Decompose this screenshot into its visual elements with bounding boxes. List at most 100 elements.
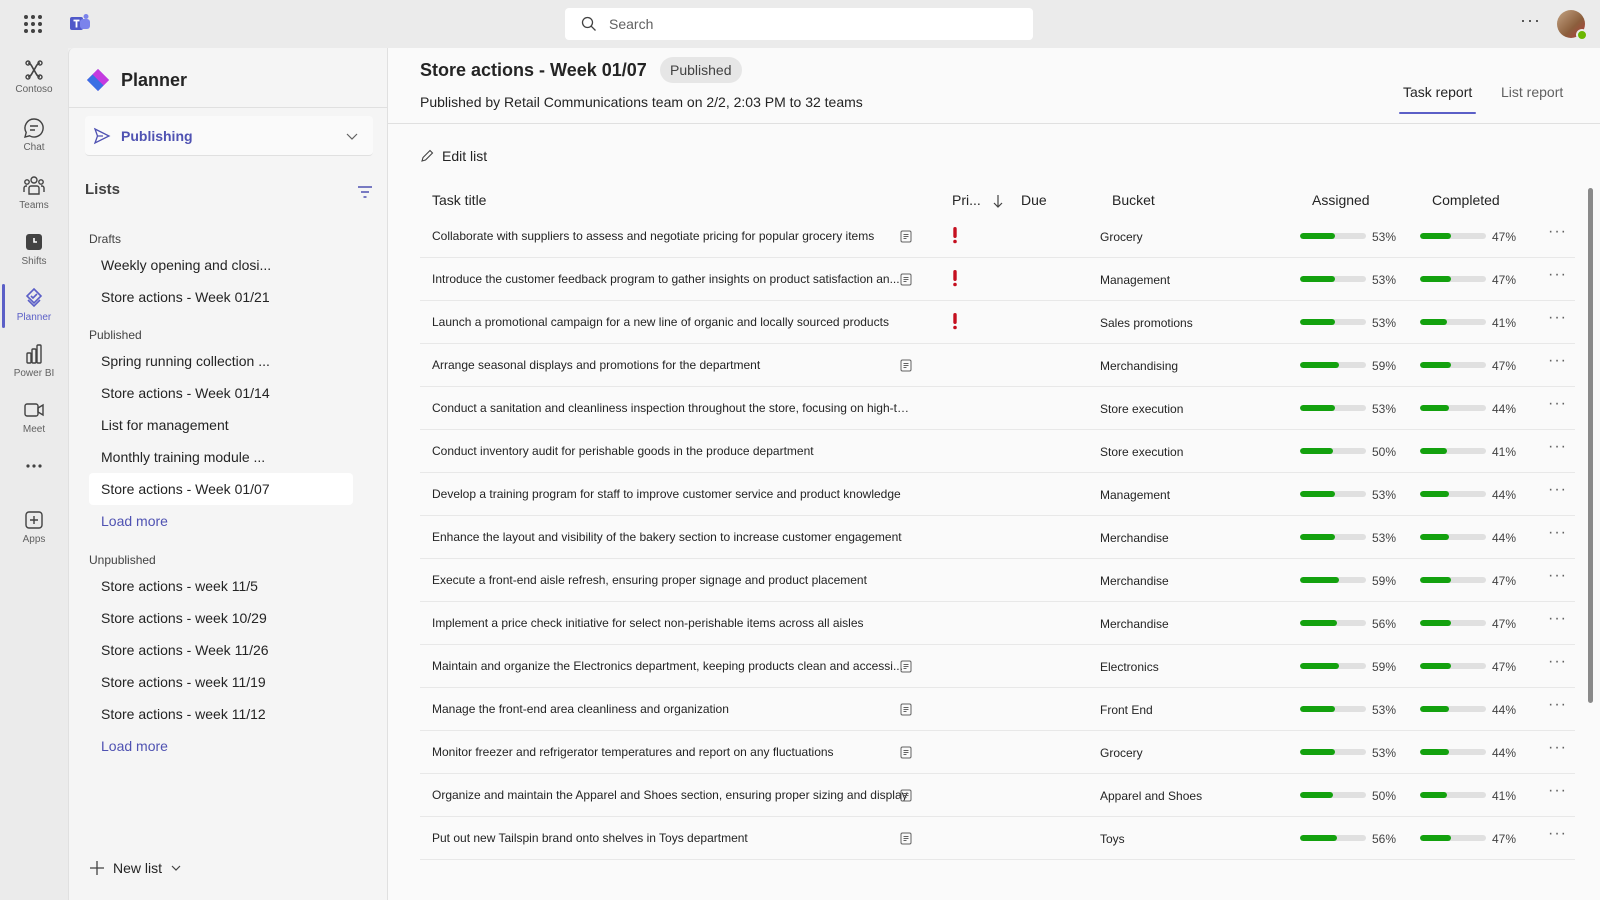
table-row[interactable]: Implement a price check initiative for s…: [420, 602, 1575, 645]
tab-list-report[interactable]: List report: [1501, 84, 1563, 112]
task-title[interactable]: Execute a front-end aisle refresh, ensur…: [432, 573, 910, 587]
row-more-options-icon[interactable]: ···: [1548, 309, 1567, 327]
assigned-percent: 59%: [1372, 574, 1397, 588]
row-more-options-icon[interactable]: ···: [1548, 395, 1567, 413]
rail-label: Shifts: [21, 256, 47, 267]
list-item[interactable]: Store actions - Week 01/21: [89, 281, 353, 313]
list-item[interactable]: List for management: [89, 409, 353, 441]
task-title[interactable]: Enhance the layout and visibility of the…: [432, 530, 910, 544]
task-title[interactable]: Put out new Tailspin brand onto shelves …: [432, 831, 910, 845]
app-launcher-icon[interactable]: [24, 15, 42, 33]
row-more-options-icon[interactable]: ···: [1548, 739, 1567, 757]
bucket-cell: Merchandise: [1100, 617, 1169, 631]
rail-item-meet[interactable]: Meet: [0, 390, 68, 446]
task-title[interactable]: Develop a training program for staff to …: [432, 487, 910, 501]
notes-icon: [900, 703, 912, 716]
table-row[interactable]: Organize and maintain the Apparel and Sh…: [420, 774, 1575, 817]
load-more-unpublished-link[interactable]: Load more: [101, 738, 168, 754]
tab-task-report[interactable]: Task report: [1398, 84, 1477, 114]
task-title[interactable]: Implement a price check initiative for s…: [432, 616, 910, 630]
list-item[interactable]: Spring running collection ...: [89, 345, 353, 377]
table-row[interactable]: Manage the front-end area cleanliness an…: [420, 688, 1575, 731]
rail-label: Meet: [22, 424, 46, 435]
task-title[interactable]: Organize and maintain the Apparel and Sh…: [432, 788, 910, 802]
row-more-options-icon[interactable]: ···: [1548, 352, 1567, 370]
rail-item-planner[interactable]: Planner: [0, 278, 68, 334]
table-row[interactable]: Conduct inventory audit for perishable g…: [420, 430, 1575, 473]
list-item[interactable]: Weekly opening and closi...: [89, 249, 353, 281]
list-item[interactable]: Store actions - week 10/29: [89, 602, 353, 634]
table-row[interactable]: Enhance the layout and visibility of the…: [420, 516, 1575, 559]
task-title[interactable]: Collaborate with suppliers to assess and…: [432, 229, 910, 243]
row-more-options-icon[interactable]: ···: [1548, 567, 1567, 585]
list-item[interactable]: Store actions - week 11/12: [89, 698, 353, 730]
column-header-assigned[interactable]: Assigned: [1312, 192, 1370, 208]
row-more-options-icon[interactable]: ···: [1548, 524, 1567, 542]
task-title[interactable]: Monitor freezer and refrigerator tempera…: [432, 745, 910, 759]
filter-icon[interactable]: [357, 184, 373, 200]
table-row[interactable]: Collaborate with suppliers to assess and…: [420, 215, 1575, 258]
column-header-due[interactable]: Due: [1021, 192, 1047, 208]
row-more-options-icon[interactable]: ···: [1548, 653, 1567, 671]
rail-item-chat[interactable]: Chat: [0, 108, 68, 164]
published-label: Published: [89, 328, 142, 342]
load-more-published-link[interactable]: Load more: [101, 513, 168, 529]
row-more-options-icon[interactable]: ···: [1548, 266, 1567, 284]
task-title[interactable]: Conduct a sanitation and cleanliness ins…: [432, 401, 910, 415]
edit-list-button[interactable]: Edit list: [420, 148, 487, 164]
table-row[interactable]: Introduce the customer feedback program …: [420, 258, 1575, 301]
list-item[interactable]: Store actions - Week 11/26: [89, 634, 353, 666]
search-box[interactable]: [565, 8, 1033, 40]
row-more-options-icon[interactable]: ···: [1548, 610, 1567, 628]
row-more-options-icon[interactable]: ···: [1548, 696, 1567, 714]
row-more-options-icon[interactable]: ···: [1548, 825, 1567, 843]
assigned-progress-fill: [1300, 276, 1335, 282]
assigned-percent: 53%: [1372, 230, 1397, 244]
row-more-options-icon[interactable]: ···: [1548, 438, 1567, 456]
table-row[interactable]: Put out new Tailspin brand onto shelves …: [420, 817, 1575, 860]
list-item[interactable]: Store actions - Week 01/14: [89, 377, 353, 409]
row-more-options-icon[interactable]: ···: [1548, 481, 1567, 499]
rail-item-more-apps[interactable]: [0, 446, 68, 482]
table-row[interactable]: Arrange seasonal displays and promotions…: [420, 344, 1575, 387]
table-row[interactable]: Maintain and organize the Electronics de…: [420, 645, 1575, 688]
publishing-dropdown[interactable]: Publishing: [85, 116, 373, 156]
row-more-options-icon[interactable]: ···: [1548, 223, 1567, 241]
list-item[interactable]: Monthly training module ...: [89, 441, 353, 473]
task-title[interactable]: Conduct inventory audit for perishable g…: [432, 444, 910, 458]
rail-item-shifts[interactable]: Shifts: [0, 222, 68, 278]
avatar[interactable]: [1557, 10, 1588, 41]
rail-item-powerbi[interactable]: Power BI: [0, 334, 68, 390]
task-title[interactable]: Introduce the customer feedback program …: [432, 272, 910, 286]
completed-percent: 44%: [1492, 531, 1517, 545]
rail-item-teams[interactable]: Teams: [0, 166, 68, 222]
more-options-icon[interactable]: ···: [1520, 10, 1541, 31]
table-row[interactable]: Monitor freezer and refrigerator tempera…: [420, 731, 1575, 774]
sort-descending-icon[interactable]: [992, 194, 1004, 208]
table-row[interactable]: Launch a promotional campaign for a new …: [420, 301, 1575, 344]
task-title[interactable]: Arrange seasonal displays and promotions…: [432, 358, 910, 372]
column-header-completed[interactable]: Completed: [1432, 192, 1500, 208]
table-row[interactable]: Execute a front-end aisle refresh, ensur…: [420, 559, 1575, 602]
list-item-selected[interactable]: Store actions - Week 01/07: [89, 473, 353, 505]
table-row[interactable]: Develop a training program for staff to …: [420, 473, 1575, 516]
column-header-task-title[interactable]: Task title: [432, 192, 486, 208]
table-row[interactable]: Conduct a sanitation and cleanliness ins…: [420, 387, 1575, 430]
column-header-bucket[interactable]: Bucket: [1112, 192, 1155, 208]
scrollbar[interactable]: [1588, 188, 1593, 703]
rail-item-contoso[interactable]: Contoso: [0, 50, 68, 106]
column-header-priority[interactable]: Pri...: [952, 192, 981, 208]
row-more-options-icon[interactable]: ···: [1548, 782, 1567, 800]
rail-label: Power BI: [13, 368, 55, 379]
list-item[interactable]: Store actions - week 11/5: [89, 570, 353, 602]
search-input[interactable]: [609, 16, 1009, 32]
task-title[interactable]: Launch a promotional campaign for a new …: [432, 315, 910, 329]
assigned-percent: 53%: [1372, 316, 1397, 330]
rail-item-apps[interactable]: Apps: [0, 500, 68, 556]
task-title[interactable]: Maintain and organize the Electronics de…: [432, 659, 910, 673]
new-list-button[interactable]: New list: [89, 860, 182, 876]
completed-progress-bar: [1420, 663, 1486, 669]
task-title[interactable]: Manage the front-end area cleanliness an…: [432, 702, 910, 716]
completed-percent: 44%: [1492, 746, 1517, 760]
list-item[interactable]: Store actions - week 11/19: [89, 666, 353, 698]
